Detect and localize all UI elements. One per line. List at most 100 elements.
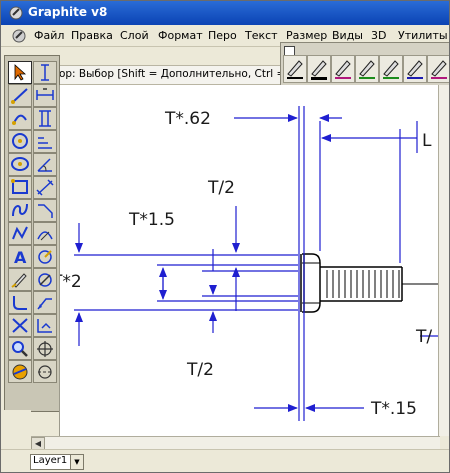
circle-tool[interactable]	[8, 130, 32, 153]
menu-text[interactable]: Текст	[245, 29, 278, 42]
arc-dimension-icon	[37, 231, 53, 241]
dimension-baseline-tool[interactable]	[33, 130, 57, 153]
dimension-lines	[74, 106, 439, 421]
bolt-drawing: T*.62 L T/2 T*1.5 T*2 T/2 T*.15 T/	[60, 106, 441, 421]
stacked-dimension-icon	[39, 110, 51, 127]
thread-hatch	[326, 270, 400, 298]
pen-swatch-1[interactable]	[283, 55, 307, 83]
pen-swatch-6[interactable]	[403, 55, 427, 83]
crosshair-icon	[37, 341, 53, 357]
select-arrow-tool[interactable]	[8, 61, 32, 84]
fillet-icon	[13, 296, 27, 310]
ellipse-tool[interactable]	[8, 153, 32, 176]
dim-label-l: L	[422, 131, 432, 151]
diameter-dimension-icon	[38, 273, 52, 287]
menu-layer[interactable]: Слой	[120, 29, 149, 42]
app-window: Graphite v8 Файл Правка Слой Формат Перо…	[0, 0, 450, 473]
horizontal-scrollbar[interactable]: ◀	[31, 436, 440, 451]
svg-text:A: A	[14, 248, 27, 267]
arrow-icon	[14, 64, 27, 81]
pen-swatch-7[interactable]	[427, 55, 449, 83]
dim-label-t2-top: T/2	[207, 178, 235, 198]
title-bar: Graphite v8	[1, 1, 449, 25]
text-icon: A	[14, 248, 27, 267]
pen-tool[interactable]	[8, 268, 32, 291]
crosshair-tool[interactable]	[33, 337, 57, 360]
toolbox: A	[4, 55, 60, 412]
dimension-chamfer-tool[interactable]	[33, 199, 57, 222]
line-tool[interactable]	[8, 84, 32, 107]
menu-format[interactable]: Формат	[158, 29, 203, 42]
arc-tool[interactable]	[8, 107, 32, 130]
arc-icon	[12, 114, 27, 125]
fillet-tool[interactable]	[8, 291, 32, 314]
spline-tool[interactable]	[8, 199, 32, 222]
menu-dimension[interactable]: Размер	[286, 29, 327, 42]
globe-tool[interactable]	[8, 360, 32, 383]
dim-label-t015: T*.15	[370, 399, 417, 419]
chevron-down-icon[interactable]: ▼	[70, 455, 83, 469]
status-line: Выбор: Выбор [Shift = Дополнительно, Ctr…	[33, 65, 282, 85]
menu-3d[interactable]: 3D	[371, 29, 386, 42]
zoom-tool[interactable]	[8, 337, 32, 360]
text-tool[interactable]: A	[8, 245, 32, 268]
dimension-arc-tool[interactable]	[33, 222, 57, 245]
diagonal-dimension-icon	[36, 179, 54, 196]
menu-edit[interactable]: Правка	[71, 29, 113, 42]
dimension-angle-tool[interactable]	[33, 153, 57, 176]
leader-dimension-icon	[37, 298, 52, 310]
menu-utilities[interactable]: Утилиты	[398, 29, 448, 42]
globe-icon	[12, 364, 28, 380]
dimension-vertical-tool[interactable]	[33, 61, 57, 84]
pen-swatch-4[interactable]	[355, 55, 379, 83]
vertical-scrollbar[interactable]	[438, 85, 449, 436]
drawing-canvas[interactable]: T*.62 L T/2 T*1.5 T*2 T/2 T*.15 T/	[59, 85, 441, 436]
radius-dimension-icon	[38, 250, 52, 264]
menu-pen[interactable]: Перо	[208, 29, 237, 42]
ordinate-dimension-icon	[37, 319, 52, 333]
dimension-leader-tool[interactable]	[33, 291, 57, 314]
dimension-ordinate-tool[interactable]	[33, 314, 57, 337]
dimension-horizontal-tool[interactable]	[33, 84, 57, 107]
window-title: Graphite v8	[28, 5, 108, 19]
centerline-tool[interactable]	[33, 360, 57, 383]
horizontal-dimension-icon	[36, 88, 54, 100]
dim-label-t2x: T*2	[60, 272, 82, 292]
pen-swatch-5[interactable]	[379, 55, 403, 83]
vertical-dimension-icon	[41, 64, 49, 81]
dimension-radius-tool[interactable]	[33, 245, 57, 268]
menu-views[interactable]: Виды	[332, 29, 363, 42]
magnifier-icon	[12, 341, 28, 357]
polyline-icon	[12, 226, 28, 240]
baseline-dimension-icon	[38, 137, 52, 149]
polyline-tool[interactable]	[8, 222, 32, 245]
dimension-diameter-tool[interactable]	[33, 268, 57, 291]
circle-icon	[12, 133, 28, 149]
trim-tool[interactable]	[8, 314, 32, 337]
pen-icon	[11, 273, 27, 288]
graphite-app-icon	[9, 6, 23, 20]
ellipse-icon	[11, 157, 29, 171]
angle-dimension-icon	[37, 158, 52, 172]
dimension-stack-tool[interactable]	[33, 107, 57, 130]
layer-name: Layer1	[33, 455, 68, 466]
document-menu-icon[interactable]	[11, 28, 27, 44]
dim-label-t15: T*1.5	[128, 210, 175, 230]
dim-label-t2-bottom: T/2	[186, 360, 214, 380]
bottom-bar: Layer1 ▼	[1, 449, 449, 472]
status-text: Выбор: Выбор [Shift = Дополнительно, Ctr…	[37, 68, 281, 80]
rectangle-tool[interactable]	[8, 176, 32, 199]
pen-palette	[280, 42, 449, 86]
centerline-icon	[38, 365, 52, 379]
bolt-outline	[300, 253, 441, 313]
line-icon	[11, 88, 28, 104]
pen-swatch-2[interactable]	[307, 55, 331, 83]
rectangle-icon	[11, 179, 28, 194]
dim-label-t-right: T/	[415, 327, 432, 347]
spline-icon	[12, 203, 28, 217]
pen-swatch-3[interactable]	[331, 55, 355, 83]
dim-label-t62: T*.62	[164, 109, 211, 129]
layer-select[interactable]: Layer1 ▼	[30, 454, 84, 470]
menu-file[interactable]: Файл	[34, 29, 64, 42]
dimension-diagonal-tool[interactable]	[33, 176, 57, 199]
